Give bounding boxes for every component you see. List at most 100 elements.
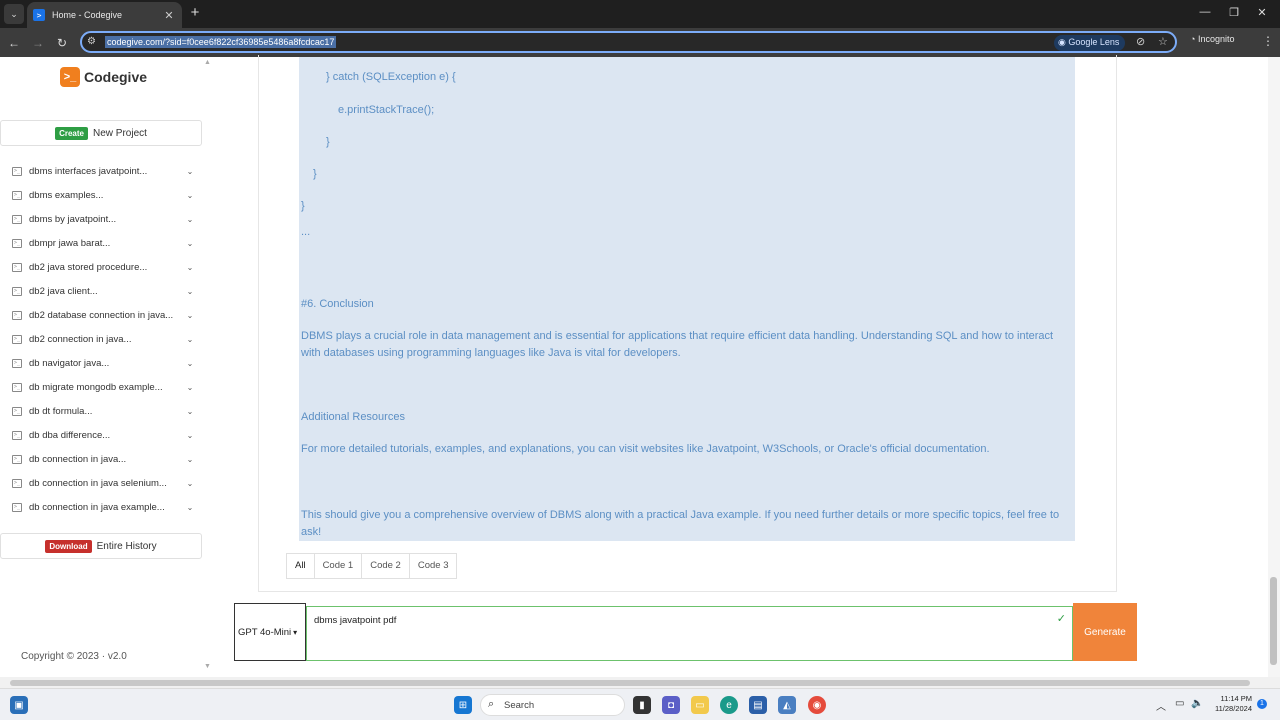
forward-arrow-icon[interactable]: → [29,34,47,52]
prompt-value: dbms javatpoint pdf [314,615,397,626]
history-item[interactable]: >_ dbms by javatpoint... ⌄ [0,207,202,231]
page-scrollbar-thumb[interactable] [1270,577,1277,665]
browser-tab[interactable]: > Home - Codegive ✕ [27,2,182,28]
sidebar-scroll-down-icon[interactable]: ▼ [204,663,211,670]
chevron-down-icon[interactable]: ⌄ [178,263,202,272]
chevron-down-icon[interactable]: ⌄ [178,479,202,488]
restore-icon[interactable]: ❐ [1224,6,1244,19]
tab-code-3[interactable]: Code 3 [410,554,457,578]
volume-icon[interactable]: 🔈 [1191,698,1203,709]
incognito-icon: ◔ [1190,34,1198,44]
history-item[interactable]: >_ db dt formula... ⌄ [0,399,202,423]
widgets-icon[interactable]: ▣ [10,696,28,714]
model-select[interactable]: GPT 4o-Mini ▾ [234,603,306,661]
chevron-down-icon[interactable]: ⌄ [178,191,202,200]
chevron-down-icon[interactable]: ⌄ [178,359,202,368]
task-view-icon[interactable]: ▮ [633,696,651,714]
chevron-down-icon[interactable]: ⌄ [178,335,202,344]
download-badge: Download [45,539,92,553]
tab-close-icon[interactable]: ✕ [161,9,177,22]
sidebar-scroll-up-icon[interactable]: ▲ [204,59,211,66]
start-windows-icon[interactable]: ⊞ [454,696,472,714]
resources-paragraph: For more detailed tutorials, examples, a… [301,443,990,455]
network-icon[interactable]: ▭ [1175,698,1184,709]
history-item[interactable]: >_ dbmpr jawa barat... ⌄ [0,231,202,255]
teams-chat-icon[interactable]: ◘ [662,696,680,714]
history-item-label: db connection in java example... [29,501,165,513]
photos-icon[interactable]: ◭ [778,696,796,714]
close-window-icon[interactable]: ✕ [1252,6,1272,19]
chevron-down-icon[interactable]: ⌄ [178,311,202,320]
history-item[interactable]: >_ dbms examples... ⌄ [0,183,202,207]
chevron-down-icon[interactable]: ⌄ [178,287,202,296]
terminal-icon: >_ [12,262,22,272]
code-line: } catch (SQLException e) { [326,71,456,83]
chrome-icon[interactable]: ◉ [808,696,826,714]
history-item-label: db2 connection in java... [29,333,132,345]
history-item[interactable]: >_ db2 database connection in java... ⌄ [0,303,202,327]
eye-off-icon[interactable]: ⊘ [1136,35,1145,48]
history-item-label: dbms interfaces javatpoint... [29,165,148,177]
browser-menu-icon[interactable]: ⋮ [1262,34,1274,48]
terminal-icon: >_ [12,454,22,464]
history-item[interactable]: >_ db connection in java example... ⌄ [0,495,202,519]
new-project-button[interactable]: Create New Project [0,120,202,146]
url-text[interactable]: codegive.com/?sid=f0cee6f822cf36985e5486… [105,36,337,48]
generate-button[interactable]: Generate [1073,603,1137,661]
incognito-label: Incognito [1197,34,1235,44]
chevron-down-icon[interactable]: ⌄ [178,167,202,176]
history-item[interactable]: >_ db2 java stored procedure... ⌄ [0,255,202,279]
incognito-indicator[interactable]: ◔ Incognito [1190,34,1234,44]
chevron-down-icon[interactable]: ⌄ [178,431,202,440]
response-text-selection [299,57,1075,541]
tab-all[interactable]: All [287,554,315,578]
entire-history-label: Entire History [96,540,157,552]
minimize-icon[interactable]: — [1195,6,1215,18]
history-item[interactable]: >_ db migrate mongodb example... ⌄ [0,375,202,399]
tab-search-chevron-icon[interactable]: ⌄ [4,4,24,24]
chevron-down-icon[interactable]: ⌄ [178,239,202,248]
history-item[interactable]: >_ db dba difference... ⌄ [0,423,202,447]
prompt-input[interactable]: dbms javatpoint pdf ✓ [306,606,1073,661]
logo-text: Codegive [84,69,148,85]
taskbar-clock[interactable]: 11:14 PM 11/28/2024 [1208,694,1252,714]
history-item[interactable]: >_ dbms interfaces javatpoint... ⌄ [0,159,202,183]
tray-chevron-up-icon[interactable]: ︿ [1156,698,1166,713]
chevron-down-icon[interactable]: ⌄ [178,455,202,464]
history-item-label: db2 java stored procedure... [29,261,148,273]
chevron-down-icon[interactable]: ⌄ [178,407,202,416]
site-info-icon[interactable]: ⚙ [87,36,96,47]
store-icon[interactable]: ▤ [749,696,767,714]
back-arrow-icon[interactable]: ← [5,34,23,52]
history-item[interactable]: >_ db connection in java... ⌄ [0,447,202,471]
download-history-button[interactable]: Download Entire History [0,533,202,559]
chevron-down-icon[interactable]: ⌄ [178,215,202,224]
history-item[interactable]: >_ db connection in java selenium... ⌄ [0,471,202,495]
horizontal-scrollbar-thumb[interactable] [10,680,1250,686]
history-item-label: db migrate mongodb example... [29,381,163,393]
conclusion-paragraph: DBMS plays a crucial role in data manage… [301,330,1054,359]
bookmark-star-icon[interactable]: ☆ [1158,35,1168,48]
address-bar[interactable]: ⚙ codegive.com/?sid=f0cee6f822cf36985e54… [80,31,1177,53]
history-item[interactable]: >_ db2 java client... ⌄ [0,279,202,303]
notification-badge[interactable]: 1 [1257,699,1267,709]
checkmark-icon: ✓ [1056,613,1066,625]
history-item-label: dbmpr jawa barat... [29,237,111,249]
reload-icon[interactable]: ↻ [53,34,71,52]
history-item-label: db connection in java... [29,453,127,465]
logo[interactable]: >_ Codegive [60,67,147,87]
history-item-label: db2 java client... [29,285,98,297]
tab-code-1[interactable]: Code 1 [315,554,363,578]
chevron-down-icon[interactable]: ⌄ [178,503,202,512]
chevron-down-icon[interactable]: ⌄ [178,383,202,392]
terminal-icon: >_ [12,334,22,344]
conclusion-heading: #6. Conclusion [301,298,374,310]
taskbar-search[interactable]: ⌕ Search [480,694,625,716]
history-item[interactable]: >_ db2 connection in java... ⌄ [0,327,202,351]
history-item[interactable]: >_ db navigator java... ⌄ [0,351,202,375]
edge-browser-icon[interactable]: e [720,696,738,714]
file-explorer-icon[interactable]: ▭ [691,696,709,714]
tab-code-2[interactable]: Code 2 [362,554,410,578]
new-tab-plus-icon[interactable]: + [187,4,203,22]
google-lens-button[interactable]: ◉ Google Lens [1054,35,1126,51]
